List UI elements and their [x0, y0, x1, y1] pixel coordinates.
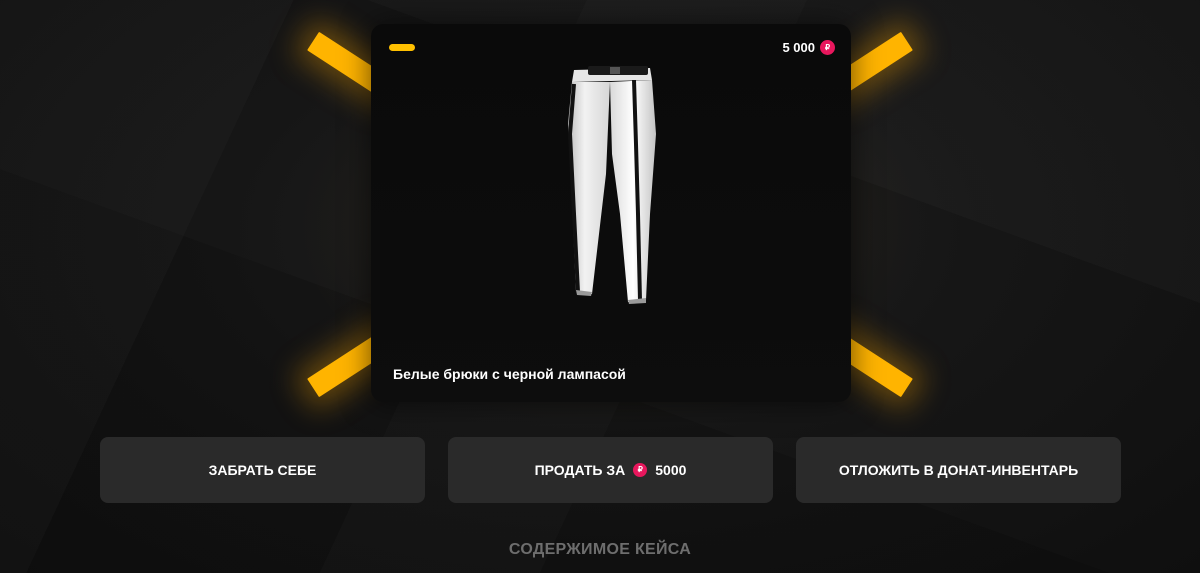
rubl-coin-icon: ₽ — [633, 463, 648, 477]
take-item-button[interactable]: ЗАБРАТЬ СЕБЕ — [100, 437, 425, 503]
reward-card: 5 000 ₽ Белые брюки с черной лампасой — [371, 24, 851, 402]
defer-label: ОТЛОЖИТЬ В ДОНАТ-ИНВЕНТАРЬ — [838, 462, 1079, 478]
item-price-value: 5 000 — [782, 40, 815, 55]
item-name: Белые брюки с черной лампасой — [393, 366, 626, 382]
sell-item-button[interactable]: ПРОДАТЬ ЗА ₽ 5000 — [448, 437, 773, 503]
white-pants-image — [567, 66, 656, 304]
sell-price-value: 5000 — [655, 462, 687, 478]
take-item-label: ЗАБРАТЬ СЕБЕ — [208, 462, 317, 478]
rubl-coin-icon: ₽ — [820, 40, 835, 55]
defer-to-inventory-button[interactable]: ОТЛОЖИТЬ В ДОНАТ-ИНВЕНТАРЬ — [796, 437, 1121, 503]
rarity-indicator — [389, 44, 415, 51]
case-contents-title: СОДЕРЖИМОЕ КЕЙСА — [508, 541, 692, 558]
reward-actions: ЗАБРАТЬ СЕБЕ ПРОДАТЬ ЗА ₽ 5000 ОТЛОЖИТЬ … — [100, 437, 1121, 503]
item-price: 5 000 ₽ — [782, 40, 835, 55]
sell-item-label: ПРОДАТЬ ЗА — [534, 462, 626, 478]
